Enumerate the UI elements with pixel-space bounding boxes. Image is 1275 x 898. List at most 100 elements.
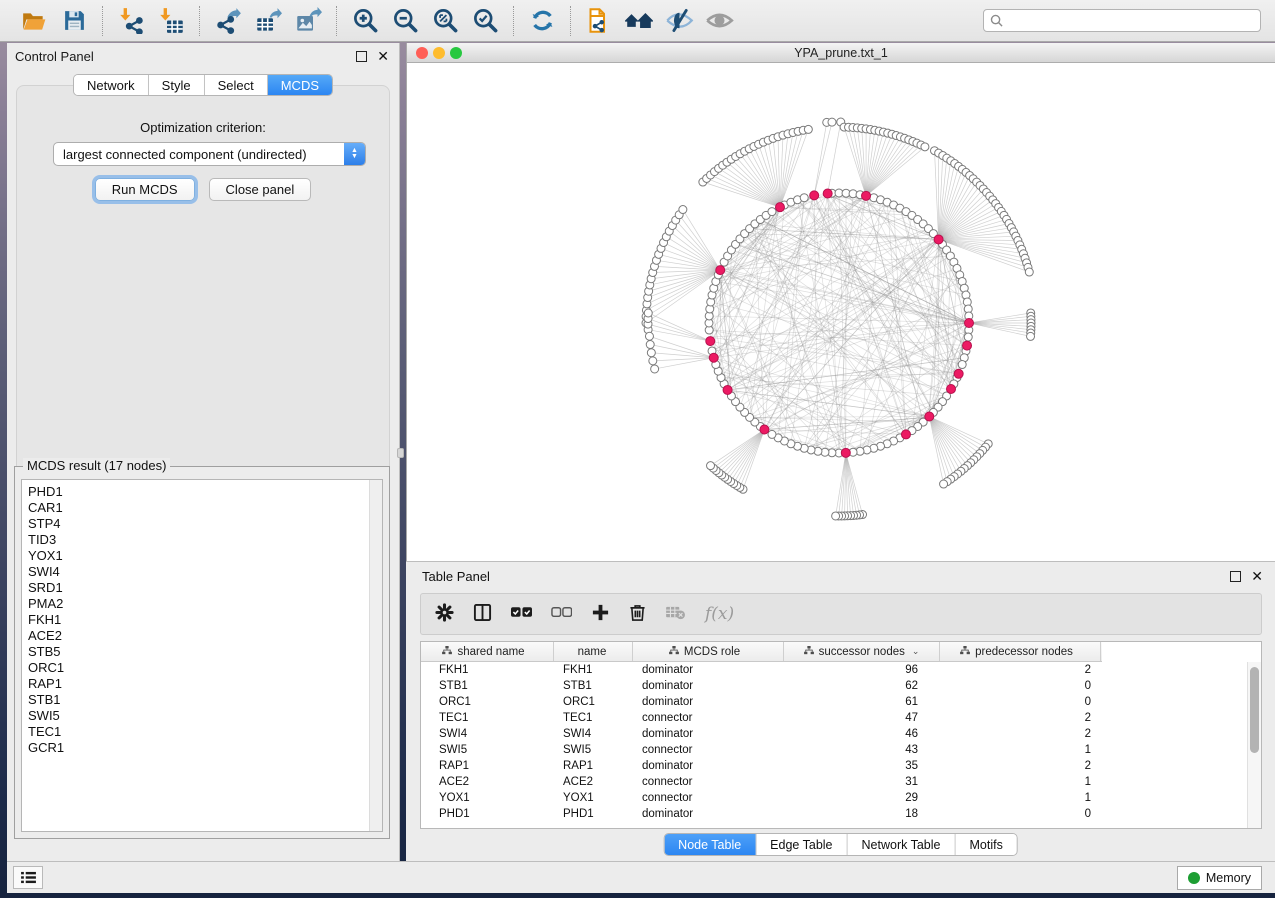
table-scrollbar[interactable]	[1247, 662, 1261, 828]
column-header[interactable]: predecessor nodes	[940, 642, 1101, 661]
column-header[interactable]: name	[554, 642, 633, 661]
task-history-button[interactable]	[13, 866, 43, 889]
network-graph-canvas[interactable]	[407, 63, 1275, 561]
import-table-icon[interactable]	[156, 6, 186, 36]
mcds-result-node[interactable]: ORC1	[28, 660, 382, 676]
table-row[interactable]: SWI5 SWI5 connector 43 1	[421, 742, 1261, 758]
table-tab[interactable]: Motifs	[955, 834, 1016, 855]
share-document-icon[interactable]	[584, 6, 614, 36]
home-network-icon[interactable]	[624, 6, 654, 36]
control-panel-tab[interactable]: Style	[149, 75, 205, 95]
mcds-result-node[interactable]: ACE2	[28, 628, 382, 644]
mcds-result-node[interactable]: TEC1	[28, 724, 382, 740]
float-panel-icon[interactable]	[1230, 571, 1241, 582]
mcds-result-list[interactable]: PHD1CAR1STP4TID3YOX1SWI4SRD1PMA2FKH1ACE2…	[21, 479, 383, 832]
close-panel-icon[interactable]: ✕	[377, 51, 389, 62]
close-panel-button[interactable]: Close panel	[209, 178, 312, 201]
mcds-result-node[interactable]: FKH1	[28, 612, 382, 628]
column-header[interactable]: shared name	[421, 642, 554, 661]
columns-icon[interactable]	[473, 603, 492, 625]
toolbar-separator	[199, 6, 200, 36]
zoom-in-icon[interactable]	[350, 6, 380, 36]
export-network-icon[interactable]	[213, 6, 243, 36]
control-panel-tab[interactable]: MCDS	[268, 75, 332, 95]
control-panel-tab[interactable]: Network	[74, 75, 149, 95]
mcds-list-scrollbar[interactable]	[369, 480, 382, 831]
add-column-icon[interactable]	[591, 603, 610, 625]
open-file-icon[interactable]	[19, 6, 49, 36]
panel-divider-grip[interactable]	[397, 448, 404, 458]
cell-successor-nodes: 62	[784, 680, 940, 692]
mcds-result-node[interactable]: PMA2	[28, 596, 382, 612]
deselect-all-icon[interactable]	[551, 606, 572, 622]
cell-shared-name: ACE2	[421, 776, 554, 788]
table-row[interactable]: STB1 STB1 dominator 62 0	[421, 678, 1261, 694]
table-row[interactable]: FKH1 FKH1 dominator 96 2	[421, 662, 1261, 678]
network-graph[interactable]	[407, 63, 1275, 561]
cell-name: SWI4	[554, 728, 633, 740]
mcds-result-node[interactable]: GCR1	[28, 740, 382, 756]
network-window-titlebar[interactable]: YPA_prune.txt_1	[407, 43, 1275, 63]
export-image-icon[interactable]	[293, 6, 323, 36]
import-network-icon[interactable]	[116, 6, 146, 36]
cell-shared-name: SWI5	[421, 744, 554, 756]
table-header-row: shared namenameMCDS rolesuccessor nodes⌄…	[421, 642, 1102, 662]
export-table-icon[interactable]	[253, 6, 283, 36]
mcds-result-node[interactable]: YOX1	[28, 548, 382, 564]
table-row[interactable]: SWI4 SWI4 dominator 46 2	[421, 726, 1261, 742]
run-mcds-button[interactable]: Run MCDS	[95, 178, 195, 201]
zoom-fit-icon[interactable]	[430, 6, 460, 36]
table-panel-title: Table Panel	[422, 569, 490, 584]
mcds-result-node[interactable]: STB1	[28, 692, 382, 708]
hide-selected-icon[interactable]	[664, 6, 694, 36]
table-panel: Table Panel ✕ f(x) shared namenameMCDS	[406, 561, 1275, 861]
zoom-selected-icon[interactable]	[470, 6, 500, 36]
cell-name: TEC1	[554, 712, 633, 724]
cell-successor-nodes: 31	[784, 776, 940, 788]
attribute-type-icon	[804, 646, 814, 658]
control-panel-tab[interactable]: Select	[205, 75, 268, 95]
mcds-result-node[interactable]: SRD1	[28, 580, 382, 596]
cell-successor-nodes: 43	[784, 744, 940, 756]
table-row[interactable]: TEC1 TEC1 connector 47 2	[421, 710, 1261, 726]
mcds-result-node[interactable]: SWI4	[28, 564, 382, 580]
mcds-result-node[interactable]: CAR1	[28, 500, 382, 516]
toolbar-separator	[570, 6, 571, 36]
table-scrollbar-thumb[interactable]	[1250, 667, 1259, 753]
table-tab[interactable]: Edge Table	[756, 834, 847, 855]
mcds-result-node[interactable]: TID3	[28, 532, 382, 548]
zoom-out-icon[interactable]	[390, 6, 420, 36]
table-tab[interactable]: Network Table	[848, 834, 956, 855]
refresh-icon[interactable]	[527, 6, 557, 36]
save-icon[interactable]	[59, 6, 89, 36]
settings-gear-icon[interactable]	[435, 603, 454, 625]
table-row[interactable]: PHD1 PHD1 dominator 18 0	[421, 806, 1261, 822]
cell-name: SWI5	[554, 744, 633, 756]
main-toolbar	[0, 0, 1275, 42]
table-row[interactable]: YOX1 YOX1 connector 29 1	[421, 790, 1261, 806]
table-row[interactable]: ACE2 ACE2 connector 31 1	[421, 774, 1261, 790]
mcds-result-node[interactable]: PHD1	[28, 484, 382, 500]
optimization-criterion-select[interactable]: largest connected component (undirected)…	[53, 142, 366, 166]
search-field[interactable]	[983, 9, 1261, 32]
cell-name: ACE2	[554, 776, 633, 788]
table-row[interactable]: ORC1 ORC1 dominator 61 0	[421, 694, 1261, 710]
mcds-result-node[interactable]: RAP1	[28, 676, 382, 692]
cell-predecessor-nodes: 1	[940, 776, 1101, 788]
search-input[interactable]	[1008, 14, 1254, 28]
close-panel-icon[interactable]: ✕	[1251, 571, 1263, 582]
float-panel-icon[interactable]	[356, 51, 367, 62]
select-all-icon[interactable]	[511, 606, 532, 622]
mcds-result-node[interactable]: STB5	[28, 644, 382, 660]
network-title: YPA_prune.txt_1	[407, 46, 1275, 60]
table-row[interactable]: RAP1 RAP1 dominator 35 2	[421, 758, 1261, 774]
node-table[interactable]: shared namenameMCDS rolesuccessor nodes⌄…	[420, 641, 1262, 829]
mcds-result-node[interactable]: STP4	[28, 516, 382, 532]
cell-predecessor-nodes: 1	[940, 792, 1101, 804]
delete-icon[interactable]	[629, 603, 646, 625]
table-tab[interactable]: Node Table	[664, 834, 756, 855]
memory-button[interactable]: Memory	[1177, 866, 1262, 890]
column-header[interactable]: MCDS role	[633, 642, 784, 661]
mcds-result-node[interactable]: SWI5	[28, 708, 382, 724]
column-header[interactable]: successor nodes⌄	[784, 642, 940, 661]
